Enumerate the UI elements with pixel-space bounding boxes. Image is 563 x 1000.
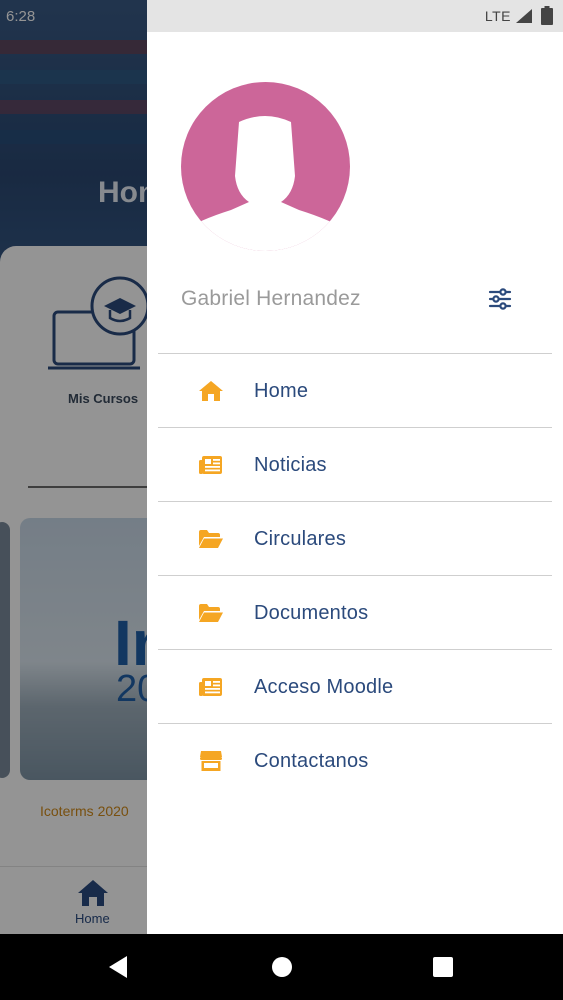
home-icon [198, 379, 224, 403]
signal-icon [516, 9, 532, 23]
menu-item-label: Acceso Moodle [254, 676, 394, 698]
home-circle-icon [272, 957, 292, 977]
newspaper-icon [198, 675, 224, 699]
menu-item-acceso-moodle[interactable]: Acceso Moodle [158, 649, 552, 723]
status-bar: LTE [147, 0, 563, 32]
avatar[interactable] [181, 82, 350, 251]
menu-item-label: Contactanos [254, 750, 369, 772]
menu-item-circulares[interactable]: Circulares [158, 501, 552, 575]
screen: 6:28 Hom Mis Cursos In 20 Icoterms 2020 … [0, 0, 563, 1000]
menu-item-label: Home [254, 380, 309, 402]
menu-item-contactanos[interactable]: Contactanos [158, 723, 552, 797]
battery-icon [541, 6, 553, 25]
menu-item-noticias[interactable]: Noticias [158, 427, 552, 501]
system-nav-bar [0, 934, 563, 1000]
menu-item-label: Noticias [254, 454, 327, 476]
settings-button[interactable] [483, 282, 517, 316]
home-button[interactable] [269, 954, 295, 980]
user-name: Gabriel Hernandez [181, 287, 361, 310]
navigation-drawer: LTE Gabriel Hernandez Home Noticias Circ… [147, 0, 563, 934]
menu-item-documentos[interactable]: Documentos [158, 575, 552, 649]
recents-square-icon [433, 957, 453, 977]
folder-open-icon [198, 601, 224, 625]
menu-item-home[interactable]: Home [158, 353, 552, 427]
drawer-menu: Home Noticias Circulares Documentos Acce… [158, 353, 552, 797]
folder-open-icon [198, 527, 224, 551]
user-silhouette-icon [181, 116, 350, 251]
recents-button[interactable] [430, 954, 456, 980]
back-triangle-icon [109, 956, 127, 978]
menu-item-label: Documentos [254, 602, 369, 624]
store-icon [198, 749, 224, 773]
newspaper-icon [198, 453, 224, 477]
network-type: LTE [484, 8, 511, 24]
menu-item-label: Circulares [254, 528, 347, 550]
sliders-icon [488, 288, 512, 310]
back-button[interactable] [105, 954, 131, 980]
